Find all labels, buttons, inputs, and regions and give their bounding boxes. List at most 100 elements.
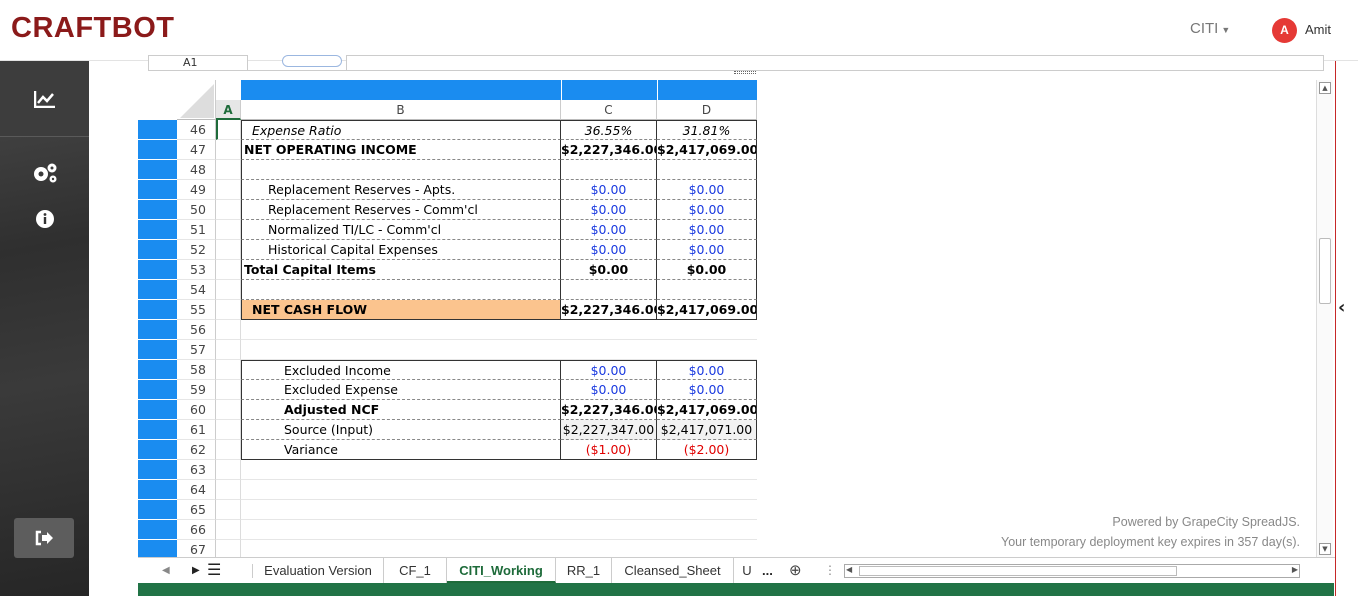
cell-a[interactable] — [216, 400, 241, 420]
tab-cf-1[interactable]: CF_1 — [384, 558, 447, 583]
cell-d[interactable]: ($2.00) — [657, 440, 757, 460]
tab-u[interactable]: U — [734, 558, 760, 583]
cell-d[interactable] — [657, 340, 757, 360]
cell-a[interactable] — [216, 460, 241, 480]
tab-list-icon[interactable]: ☰ — [207, 558, 221, 583]
vertical-scrollbar[interactable]: ▲ ▼ — [1316, 80, 1333, 558]
cell-c[interactable] — [561, 340, 657, 360]
cell-b[interactable] — [241, 500, 561, 520]
cell-a[interactable] — [216, 300, 241, 320]
cell-c[interactable]: $0.00 — [561, 380, 657, 400]
cell-d[interactable]: $0.00 — [657, 240, 757, 260]
cell-a[interactable] — [216, 200, 241, 220]
row-header[interactable]: 65 — [177, 500, 216, 520]
row-header[interactable]: 48 — [177, 160, 216, 180]
avatar[interactable]: A — [1272, 18, 1297, 43]
cell-d[interactable]: $0.00 — [657, 260, 757, 280]
tab-prev-icon[interactable]: ◀ — [162, 558, 170, 583]
cell-b[interactable]: Historical Capital Expenses — [241, 240, 561, 260]
cell-a[interactable] — [216, 220, 241, 240]
cell-d[interactable] — [657, 460, 757, 480]
cell-b[interactable]: Replacement Reserves - Comm'cl — [241, 200, 561, 220]
scroll-down-icon[interactable]: ▼ — [1319, 543, 1331, 555]
row-selection-marker[interactable] — [138, 240, 177, 260]
cell-b[interactable] — [241, 460, 561, 480]
org-dropdown[interactable]: CITI ▼ — [1190, 20, 1230, 37]
formula-function-button[interactable] — [282, 55, 342, 67]
scroll-thumb[interactable] — [1319, 238, 1331, 304]
row-selection-marker[interactable] — [138, 180, 177, 200]
cell-a[interactable] — [216, 160, 241, 180]
cell-b[interactable]: Source (Input) — [241, 420, 561, 440]
row-header[interactable]: 51 — [177, 220, 216, 240]
row-header[interactable]: 52 — [177, 240, 216, 260]
row-selection-marker[interactable] — [138, 280, 177, 300]
row-selection-marker[interactable] — [138, 320, 177, 340]
cell-d[interactable] — [657, 520, 757, 540]
cell-c[interactable]: $0.00 — [561, 240, 657, 260]
row-header[interactable]: 47 — [177, 140, 216, 160]
cell-a[interactable] — [216, 240, 241, 260]
row-header[interactable]: 64 — [177, 480, 216, 500]
cell-c[interactable]: $2,227,347.00 — [561, 420, 657, 440]
cell-b[interactable]: Adjusted NCF — [241, 400, 561, 420]
cell-d[interactable] — [657, 280, 757, 300]
cell-d[interactable]: $0.00 — [657, 380, 757, 400]
cell-c[interactable] — [561, 460, 657, 480]
cell-c[interactable] — [561, 480, 657, 500]
cell-a[interactable] — [216, 420, 241, 440]
gears-icon[interactable] — [0, 162, 89, 189]
row-selection-marker[interactable] — [138, 440, 177, 460]
row-header[interactable]: 49 — [177, 180, 216, 200]
row-selection-marker[interactable] — [138, 360, 177, 380]
cell-a[interactable] — [216, 180, 241, 200]
row-selection-marker[interactable] — [138, 380, 177, 400]
row-selection-marker[interactable] — [138, 160, 177, 180]
cell-c[interactable]: $0.00 — [561, 200, 657, 220]
cell-c[interactable]: $0.00 — [561, 180, 657, 200]
cell-d[interactable]: $0.00 — [657, 220, 757, 240]
cell-b[interactable]: NET OPERATING INCOME — [241, 140, 561, 160]
cell-c[interactable]: $2,227,346.00 — [561, 140, 657, 160]
select-all-corner[interactable] — [177, 80, 216, 120]
row-header[interactable]: 55 — [177, 300, 216, 320]
cell-a[interactable] — [216, 520, 241, 540]
cell-b[interactable]: Excluded Expense — [241, 380, 561, 400]
scroll-left-icon[interactable]: ◀ — [846, 565, 852, 574]
row-selection-marker[interactable] — [138, 220, 177, 240]
cell-d[interactable] — [657, 480, 757, 500]
cell-b[interactable] — [241, 520, 561, 540]
scroll-up-icon[interactable]: ▲ — [1319, 82, 1331, 94]
cell-a[interactable] — [216, 360, 241, 380]
row-selection-marker[interactable] — [138, 400, 177, 420]
cell-d[interactable] — [657, 160, 757, 180]
cell-c[interactable] — [561, 160, 657, 180]
row-header[interactable]: 56 — [177, 320, 216, 340]
cell-a[interactable] — [216, 140, 241, 160]
right-panel-toggle[interactable]: ‹ — [1335, 61, 1358, 596]
row-selection-marker[interactable] — [138, 500, 177, 520]
cell-c[interactable] — [561, 520, 657, 540]
cell-a[interactable] — [216, 260, 241, 280]
row-selection-marker[interactable] — [138, 140, 177, 160]
tab-more-button[interactable]: ... — [762, 558, 773, 583]
chart-icon[interactable] — [0, 89, 89, 113]
column-header-d[interactable]: D — [657, 100, 757, 120]
cell-c[interactable] — [561, 500, 657, 520]
cell-c[interactable] — [561, 280, 657, 300]
row-selection-marker[interactable] — [138, 120, 177, 140]
user-name[interactable]: Amit — [1305, 22, 1331, 37]
splitter-icon[interactable]: ⋮ — [824, 558, 836, 583]
cell-d[interactable]: $2,417,069.00 — [657, 400, 757, 420]
cell-b[interactable]: Replacement Reserves - Apts. — [241, 180, 561, 200]
cell-d[interactable] — [657, 320, 757, 340]
cell-a[interactable] — [216, 480, 241, 500]
row-header[interactable]: 46 — [177, 120, 216, 140]
column-header-a[interactable]: A — [216, 100, 241, 120]
row-selection-marker[interactable] — [138, 460, 177, 480]
row-header[interactable]: 63 — [177, 460, 216, 480]
cell-a[interactable] — [216, 340, 241, 360]
row-selection-marker[interactable] — [138, 520, 177, 540]
cell-b[interactable] — [241, 320, 561, 340]
cell-d[interactable]: $2,417,071.00 — [657, 420, 757, 440]
